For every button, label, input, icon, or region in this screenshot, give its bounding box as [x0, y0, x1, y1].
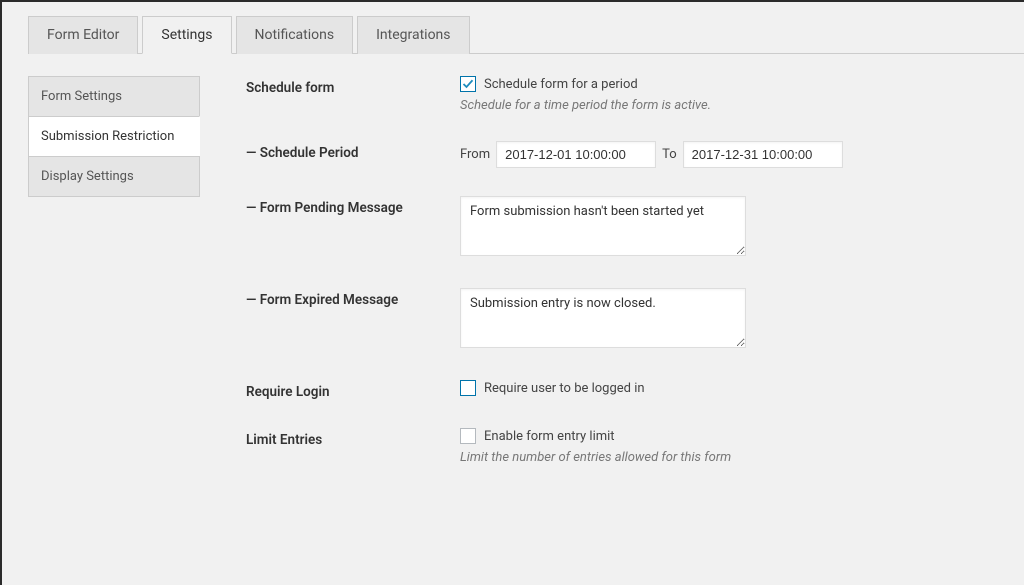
pending-message-label: — Form Pending Message [246, 196, 460, 216]
schedule-form-label: Schedule form [246, 76, 460, 96]
top-tabs: Form Editor Settings Notifications Integ… [28, 16, 1024, 54]
side-display-settings[interactable]: Display Settings [28, 156, 200, 197]
expired-message-textarea[interactable]: Submission entry is now closed. [460, 288, 746, 348]
schedule-form-checkbox-label: Schedule form for a period [484, 77, 638, 92]
to-label: To [662, 147, 677, 162]
check-icon [462, 78, 474, 90]
tab-notifications[interactable]: Notifications [236, 16, 354, 54]
limit-entries-hint: Limit the number of entries allowed for … [460, 450, 1024, 465]
expired-message-label: — Form Expired Message [246, 288, 460, 308]
require-login-checkbox[interactable] [460, 380, 476, 396]
schedule-period-label: — Schedule Period [246, 141, 460, 161]
tab-integrations[interactable]: Integrations [357, 16, 469, 54]
schedule-to-input[interactable] [683, 141, 843, 168]
tab-form-editor[interactable]: Form Editor [28, 16, 138, 54]
limit-entries-checkbox-label: Enable form entry limit [484, 429, 615, 444]
tab-settings[interactable]: Settings [142, 16, 231, 54]
side-form-settings[interactable]: Form Settings [28, 76, 200, 116]
side-submission-restriction[interactable]: Submission Restriction [28, 116, 200, 156]
side-nav: Form Settings Submission Restriction Dis… [28, 76, 200, 493]
schedule-from-input[interactable] [496, 141, 656, 168]
limit-entries-checkbox[interactable] [460, 428, 476, 444]
pending-message-textarea[interactable]: Form submission hasn't been started yet [460, 196, 746, 256]
limit-entries-label: Limit Entries [246, 428, 460, 448]
main-panel: Schedule form Schedule form for a period… [200, 76, 1024, 493]
require-login-checkbox-label: Require user to be logged in [484, 381, 645, 396]
require-login-label: Require Login [246, 380, 460, 400]
from-label: From [460, 147, 490, 162]
schedule-form-checkbox[interactable] [460, 76, 476, 92]
schedule-form-hint: Schedule for a time period the form is a… [460, 98, 1024, 113]
